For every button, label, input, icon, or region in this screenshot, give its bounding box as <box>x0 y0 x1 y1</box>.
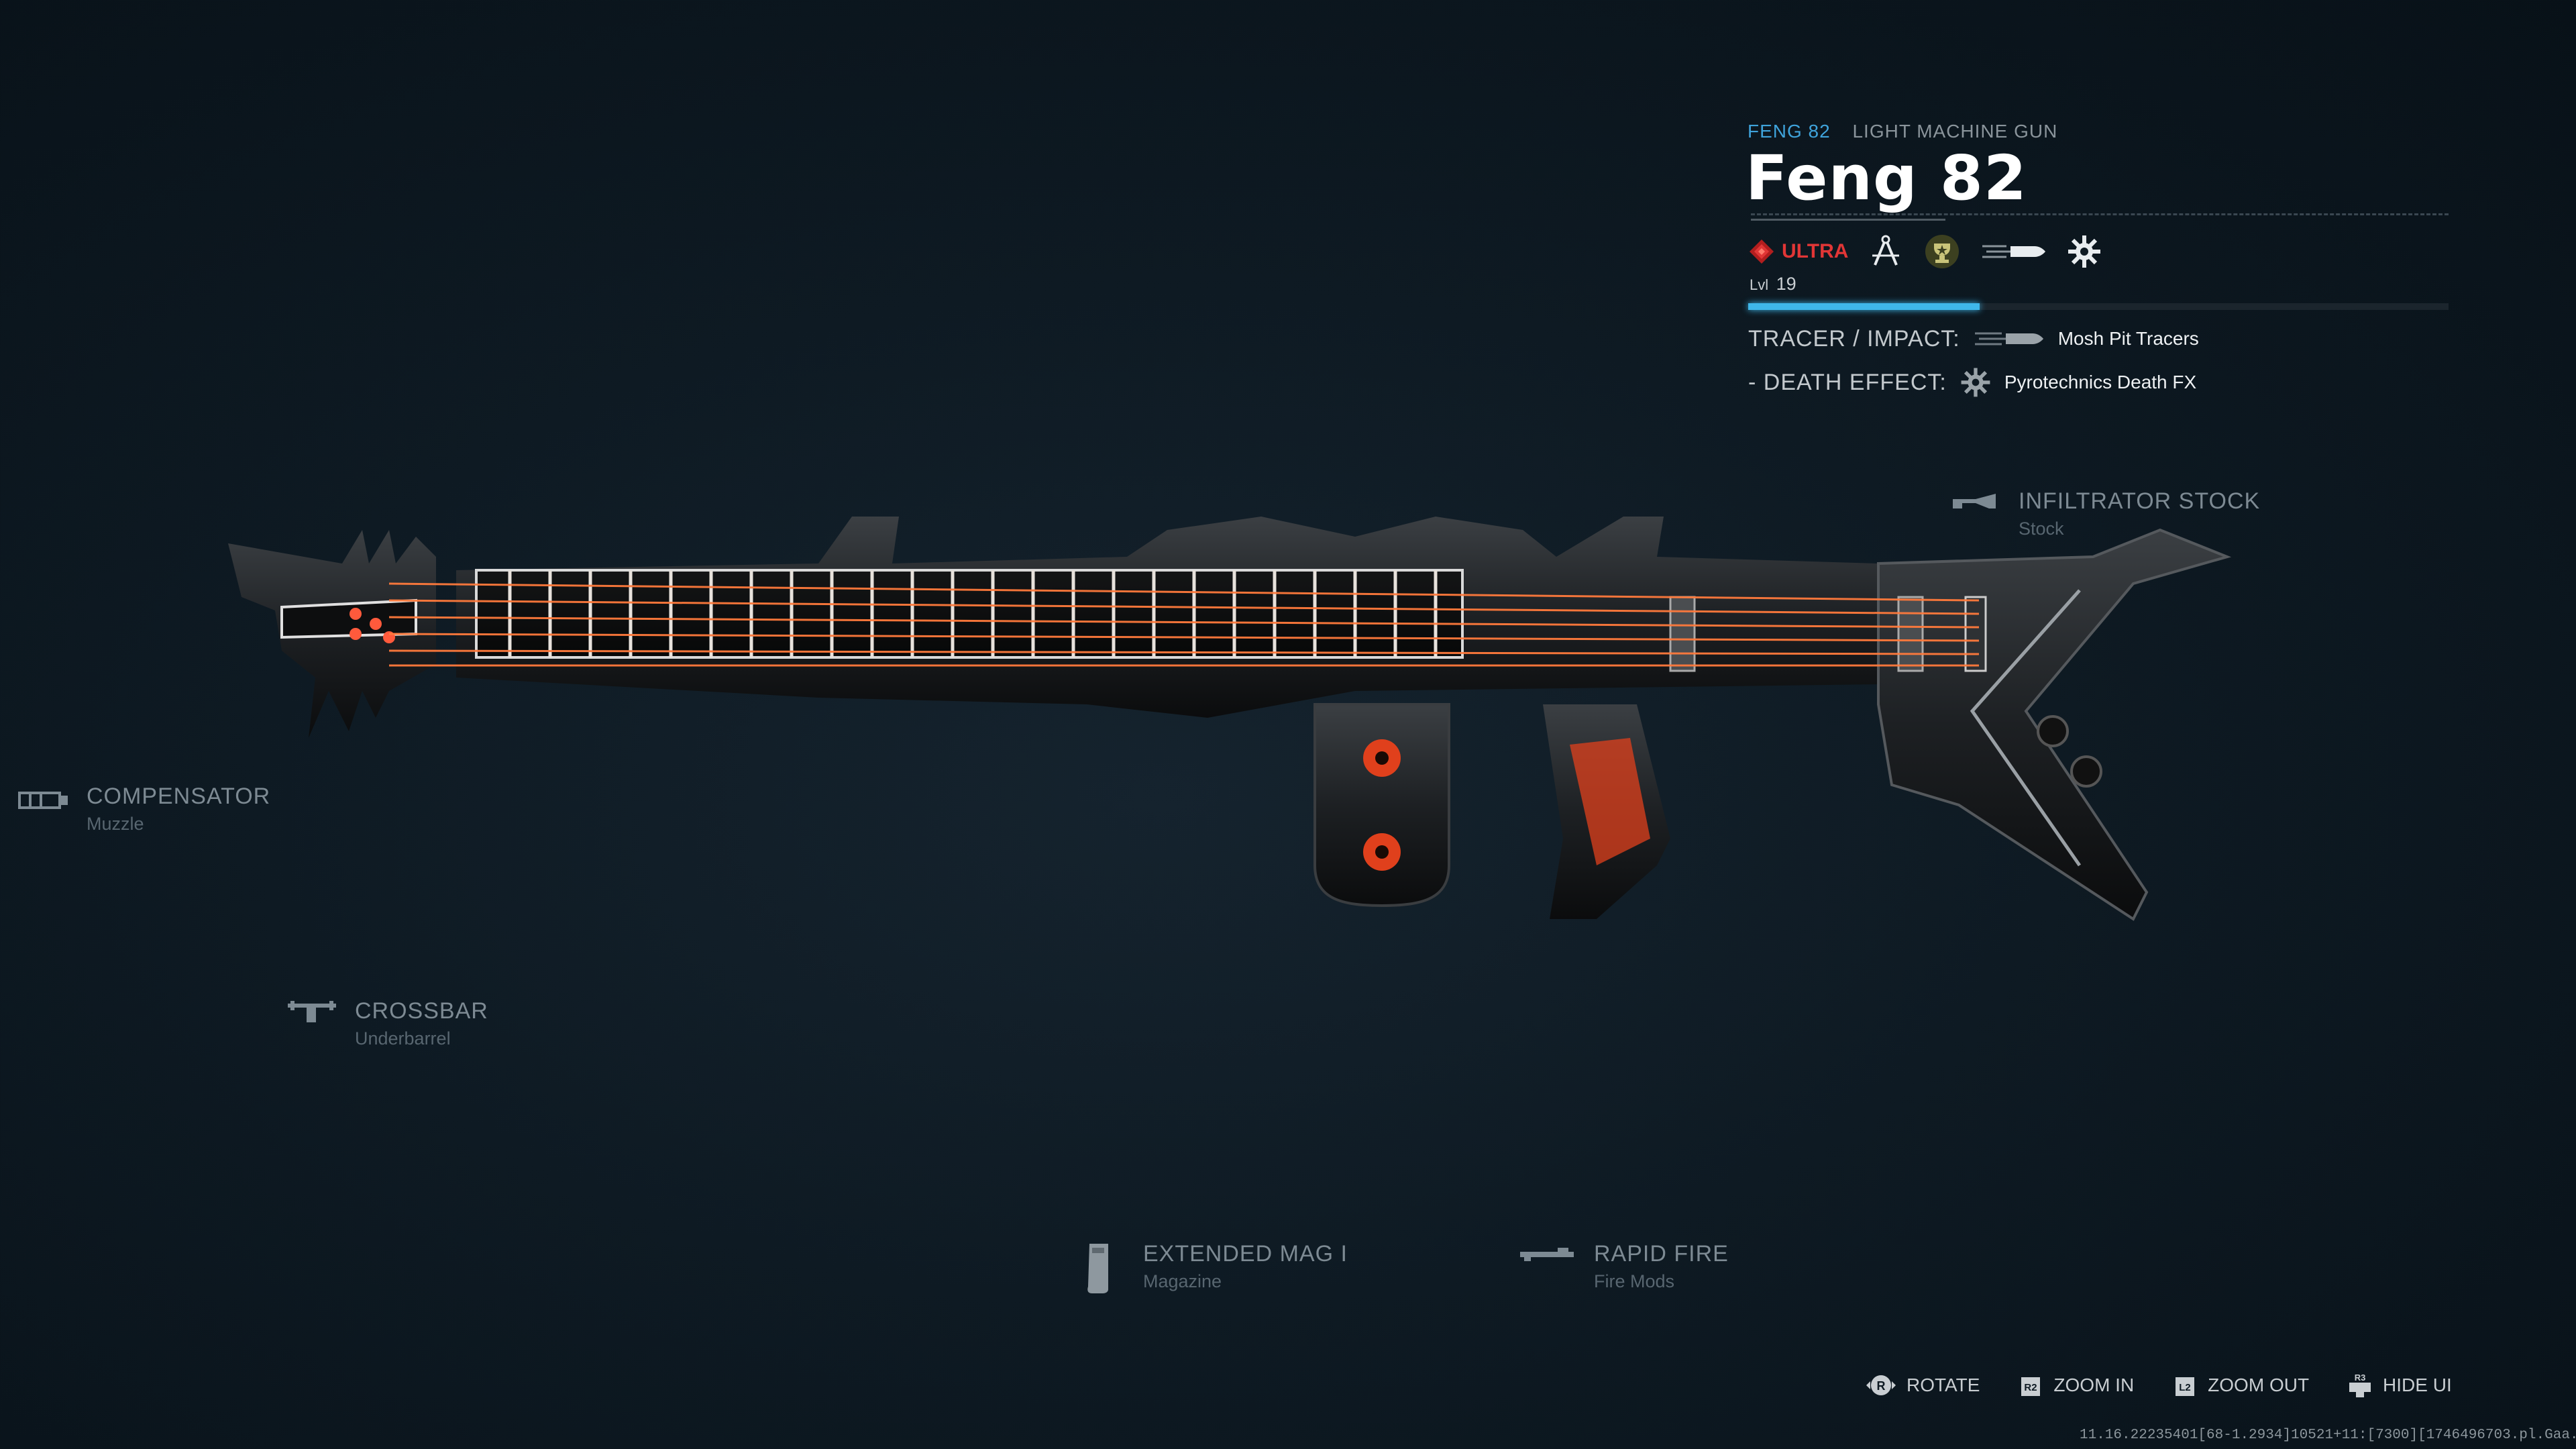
attachment-magazine[interactable]: EXTENDED MAG I Magazine <box>1073 1241 1348 1295</box>
tracer-row: TRACER / IMPACT: Mosh Pit Tracers <box>1748 322 2199 356</box>
death-effect-icon <box>1961 368 1990 397</box>
magazine-icon <box>1087 1244 1108 1293</box>
weapon-subtitle: FENG 82 LIGHT MACHINE GUN <box>1748 121 2057 142</box>
button-glyph: R <box>1877 1379 1886 1393</box>
control-zoom-in[interactable]: R2 ZOOM IN <box>2017 1372 2134 1399</box>
badge-row: ULTRA <box>1748 231 2103 272</box>
weapon-level: Lvl 19 <box>1750 274 1796 294</box>
rarity-diamond-icon <box>1750 239 1774 264</box>
control-label: ROTATE <box>1907 1375 1980 1395</box>
attachment-type: Magazine <box>1143 1271 1222 1291</box>
button-glyph: R3 <box>2355 1373 2366 1383</box>
xp-progress-fill <box>1748 303 1980 310</box>
trophy-star-icon[interactable] <box>1923 233 1961 270</box>
title-divider-accent <box>1751 219 1945 221</box>
weapon-model[interactable] <box>215 490 2254 946</box>
button-glyph: L2 <box>2179 1382 2191 1393</box>
weapon-class: LIGHT MACHINE GUN <box>1852 121 2058 142</box>
r3-stick-icon: R3 <box>2349 1373 2371 1397</box>
control-label: ZOOM IN <box>2053 1375 2135 1395</box>
weapon-code: FENG 82 <box>1748 121 1831 142</box>
attachment-type: Fire Mods <box>1594 1271 1675 1291</box>
l2-trigger-icon: L2 <box>2176 1377 2195 1396</box>
underbarrel-icon <box>288 1001 336 1022</box>
muzzle-icon <box>18 792 68 809</box>
attachment-muzzle[interactable]: COMPENSATOR Muzzle <box>17 784 270 835</box>
attachment-underbarrel[interactable]: CROSSBAR Underbarrel <box>285 998 488 1049</box>
attachment-name: CROSSBAR <box>355 998 488 1024</box>
attachment-name: COMPENSATOR <box>87 784 271 809</box>
attachment-name: INFILTRATOR STOCK <box>2019 488 2261 514</box>
tracer-icon <box>1974 332 2043 345</box>
control-label: HIDE UI <box>2383 1375 2452 1395</box>
control-label: ZOOM OUT <box>2208 1375 2310 1395</box>
r2-trigger-icon: R2 <box>2021 1377 2041 1396</box>
fire-mods-icon <box>1520 1248 1574 1261</box>
attachment-type: Underbarrel <box>355 1028 451 1049</box>
attachment-stock[interactable]: INFILTRATOR STOCK Stock <box>1949 488 2260 539</box>
attachment-name: RAPID FIRE <box>1594 1241 1729 1267</box>
weapon-title: Feng 82 <box>1746 142 2027 214</box>
rarity-badge: ULTRA <box>1748 238 1848 265</box>
gear-burst-icon[interactable] <box>2065 233 2103 270</box>
compass-drafting-icon[interactable] <box>1867 233 1904 270</box>
control-rotate[interactable]: R ROTATE <box>1865 1372 1980 1399</box>
tracer-value: Mosh Pit Tracers <box>2057 328 2199 349</box>
rarity-label: ULTRA <box>1782 240 1849 262</box>
tracer-bullet-icon[interactable] <box>1980 233 2047 270</box>
tracer-label: TRACER / IMPACT: <box>1748 325 1960 352</box>
level-value: 19 <box>1776 274 1796 294</box>
attachment-fire-mods[interactable]: RAPID FIRE Fire Mods <box>1517 1241 1729 1292</box>
control-zoom-out[interactable]: L2 ZOOM OUT <box>2171 1372 2309 1399</box>
level-label: Lvl <box>1750 276 1769 293</box>
title-divider <box>1751 213 2449 215</box>
death-effect-label: - DEATH EFFECT: <box>1748 369 1947 395</box>
controls-bar: R ROTATE R2 ZOOM IN L2 ZOOM OUT R3 HIDE … <box>1865 1372 2452 1399</box>
button-glyph: R2 <box>2025 1382 2037 1393</box>
build-info: 11.16.22235401[68-1.2934]10521+11:[7300]… <box>2080 1428 2576 1443</box>
right-stick-icon: R <box>1866 1375 1896 1395</box>
attachment-type: Muzzle <box>87 814 144 834</box>
attachment-type: Stock <box>2019 519 2064 539</box>
death-effect-value: Pyrotechnics Death FX <box>2004 372 2197 392</box>
attachment-name: EXTENDED MAG I <box>1143 1241 1348 1267</box>
stock-icon <box>1953 494 1996 508</box>
control-hide-ui[interactable]: R3 HIDE UI <box>2347 1372 2452 1399</box>
death-effect-row: - DEATH EFFECT: Pyrotechnics Death FX <box>1748 366 2196 399</box>
